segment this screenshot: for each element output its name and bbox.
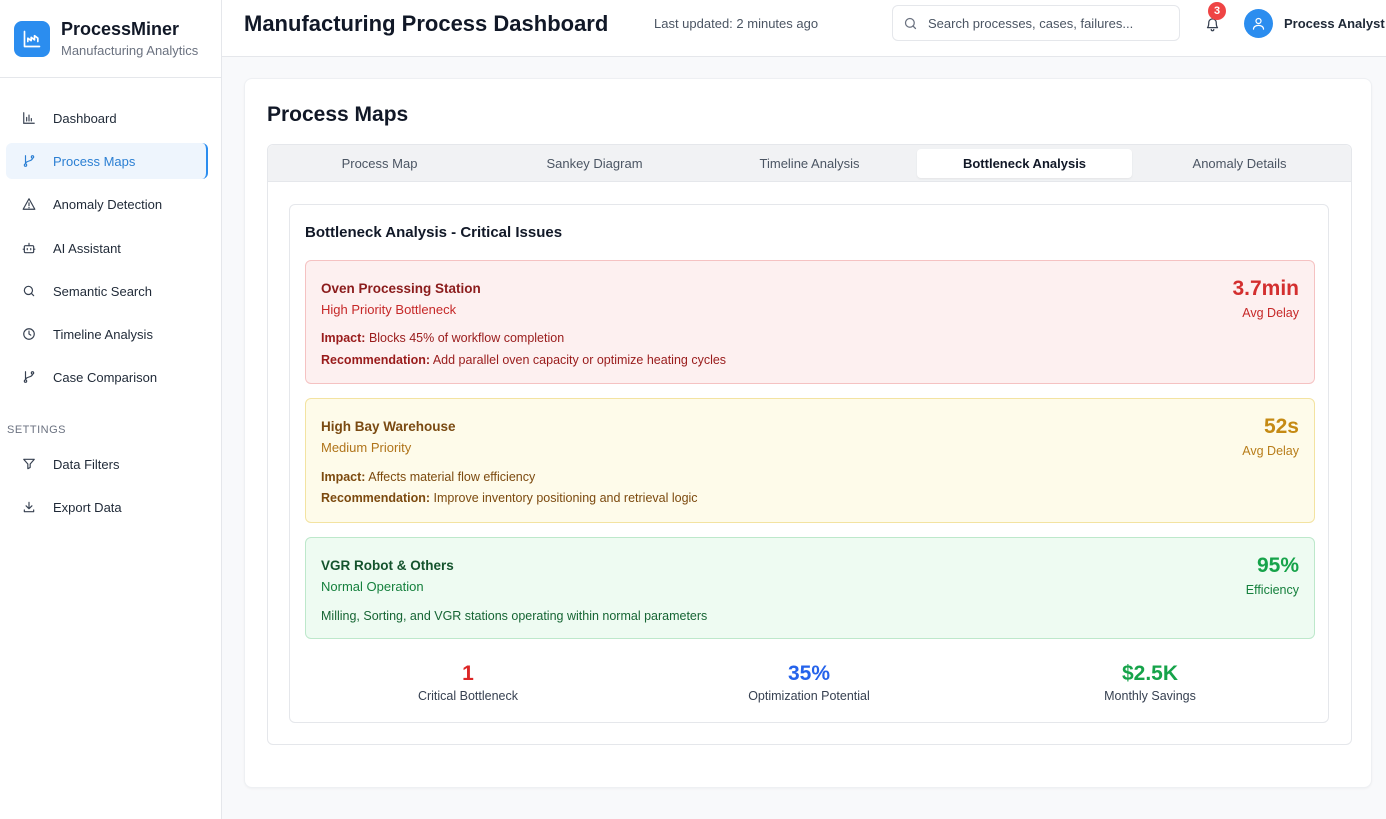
stat-value: $2.5K [1121, 662, 1179, 685]
sidebar-item-anomaly-detection[interactable]: Anomaly Detection [6, 186, 208, 222]
tab-bar: Process Map Sankey Diagram Timeline Anal… [268, 145, 1351, 182]
issue-impact: Impact: Affects material flow efficiency [321, 470, 535, 484]
brand-subtitle: Manufacturing Analytics [61, 42, 199, 58]
sidebar-item-label: Export Data [53, 499, 122, 515]
issue-impact: Impact: Blocks 45% of workflow completio… [321, 331, 564, 345]
robot-icon [20, 239, 38, 257]
sidebar: ProcessMiner Manufacturing Analytics Das… [0, 0, 222, 819]
issue-metric: 95% [1256, 554, 1299, 577]
warning-triangle-icon [20, 195, 38, 213]
notification-badge: 3 [1208, 2, 1226, 20]
search-input[interactable] [928, 15, 1158, 31]
issue-metric-label: Efficiency [1245, 583, 1299, 597]
tab-timeline-analysis[interactable]: Timeline Analysis [702, 149, 917, 178]
sidebar-item-label: Process Maps [53, 153, 136, 169]
issue-card-oven: Oven Processing Station High Priority Bo… [305, 260, 1315, 384]
issue-priority: Normal Operation [321, 579, 424, 594]
recommendation-text: Add parallel oven capacity or optimize h… [432, 353, 727, 367]
stat-label: Critical Bottleneck [417, 689, 519, 703]
issue-metric: 3.7min [1232, 277, 1299, 300]
sidebar-item-label: Case Comparison [53, 369, 158, 385]
section-title: Process Maps [267, 103, 409, 126]
user-name: Process Analyst [1284, 16, 1385, 31]
settings-section-label: SETTINGS [7, 424, 67, 436]
impact-label: Impact: [321, 331, 366, 345]
issue-metric-label: Avg Delay [1242, 444, 1299, 458]
top-bar: Manufacturing Process Dashboard Last upd… [222, 0, 1386, 57]
issue-name: Oven Processing Station [321, 281, 481, 296]
impact-label: Impact: [321, 470, 366, 484]
stat-value: 1 [462, 662, 474, 685]
search-box [892, 5, 1180, 41]
sidebar-item-label: Anomaly Detection [53, 196, 163, 212]
sidebar-item-ai-assistant[interactable]: AI Assistant [6, 230, 208, 266]
download-icon [20, 498, 38, 516]
impact-text: Blocks 45% of workflow completion [368, 331, 565, 345]
filter-icon [20, 455, 38, 473]
search-icon [903, 16, 918, 31]
issue-priority: Medium Priority [321, 440, 412, 455]
issue-metric: 52s [1263, 415, 1299, 438]
sidebar-item-dashboard[interactable]: Dashboard [6, 100, 208, 136]
recommendation-label: Recommendation: [321, 491, 431, 505]
issue-recommendation: Recommendation: Add parallel oven capaci… [321, 353, 726, 367]
avatar [1244, 9, 1273, 38]
recommendation-text: Improve inventory positioning and retrie… [433, 491, 698, 505]
sidebar-item-data-filters[interactable]: Data Filters [6, 446, 208, 482]
issue-metric-label: Avg Delay [1242, 306, 1299, 320]
bottleneck-panel: Bottleneck Analysis - Critical Issues Ov… [289, 204, 1329, 723]
issue-card-warehouse: High Bay Warehouse Medium Priority Impac… [305, 398, 1315, 523]
sidebar-item-label: AI Assistant [53, 240, 121, 256]
issue-priority: High Priority Bottleneck [321, 302, 457, 317]
last-updated: Last updated: 2 minutes ago [654, 16, 819, 31]
panel-title: Bottleneck Analysis - Critical Issues [305, 224, 563, 241]
stat-optimization-potential: 35% Optimization Potential [639, 661, 979, 703]
git-branch-icon [20, 368, 38, 386]
recommendation-label: Recommendation: [321, 353, 431, 367]
tab-anomaly-details[interactable]: Anomaly Details [1132, 149, 1347, 178]
clock-icon [20, 325, 38, 343]
impact-text: Affects material flow efficiency [368, 470, 536, 484]
tabs-container: Process Map Sankey Diagram Timeline Anal… [267, 144, 1352, 745]
sidebar-item-label: Timeline Analysis [53, 326, 153, 342]
stat-value: 35% [787, 662, 831, 685]
page-title: Manufacturing Process Dashboard [244, 11, 609, 36]
issue-name: High Bay Warehouse [321, 419, 456, 434]
issue-recommendation: Recommendation: Improve inventory positi… [321, 491, 698, 505]
stat-label: Optimization Potential [748, 689, 870, 703]
sidebar-item-label: Data Filters [53, 456, 120, 472]
process-maps-card: Process Maps Process Map Sankey Diagram … [244, 78, 1372, 788]
tab-process-map[interactable]: Process Map [272, 149, 487, 178]
git-branch-icon [20, 152, 38, 170]
search-icon [20, 282, 38, 300]
sidebar-item-export-data[interactable]: Export Data [6, 489, 208, 525]
sidebar-item-label: Dashboard [53, 110, 117, 126]
user-menu[interactable]: Process Analyst [1244, 9, 1385, 38]
sidebar-item-semantic-search[interactable]: Semantic Search [6, 273, 208, 309]
sidebar-item-label: Semantic Search [53, 283, 152, 299]
sidebar-item-process-maps[interactable]: Process Maps [6, 143, 208, 179]
issue-card-vgr-robot: VGR Robot & Others Normal Operation Mill… [305, 537, 1315, 639]
tab-sankey-diagram[interactable]: Sankey Diagram [487, 149, 702, 178]
issue-name: VGR Robot & Others [321, 558, 454, 573]
factory-chart-icon [14, 20, 50, 57]
stat-monthly-savings: $2.5K Monthly Savings [980, 661, 1320, 703]
sidebar-item-timeline-analysis[interactable]: Timeline Analysis [6, 316, 208, 352]
bar-chart-icon [20, 109, 38, 127]
stat-critical-bottleneck: 1 Critical Bottleneck [298, 661, 638, 703]
sidebar-item-case-comparison[interactable]: Case Comparison [6, 359, 208, 395]
issue-description: Milling, Sorting, and VGR stations opera… [321, 609, 708, 623]
stat-label: Monthly Savings [1104, 689, 1196, 703]
tab-bottleneck-analysis[interactable]: Bottleneck Analysis [917, 149, 1132, 178]
brand: ProcessMiner Manufacturing Analytics [0, 0, 221, 78]
brand-title: ProcessMiner [61, 18, 180, 39]
